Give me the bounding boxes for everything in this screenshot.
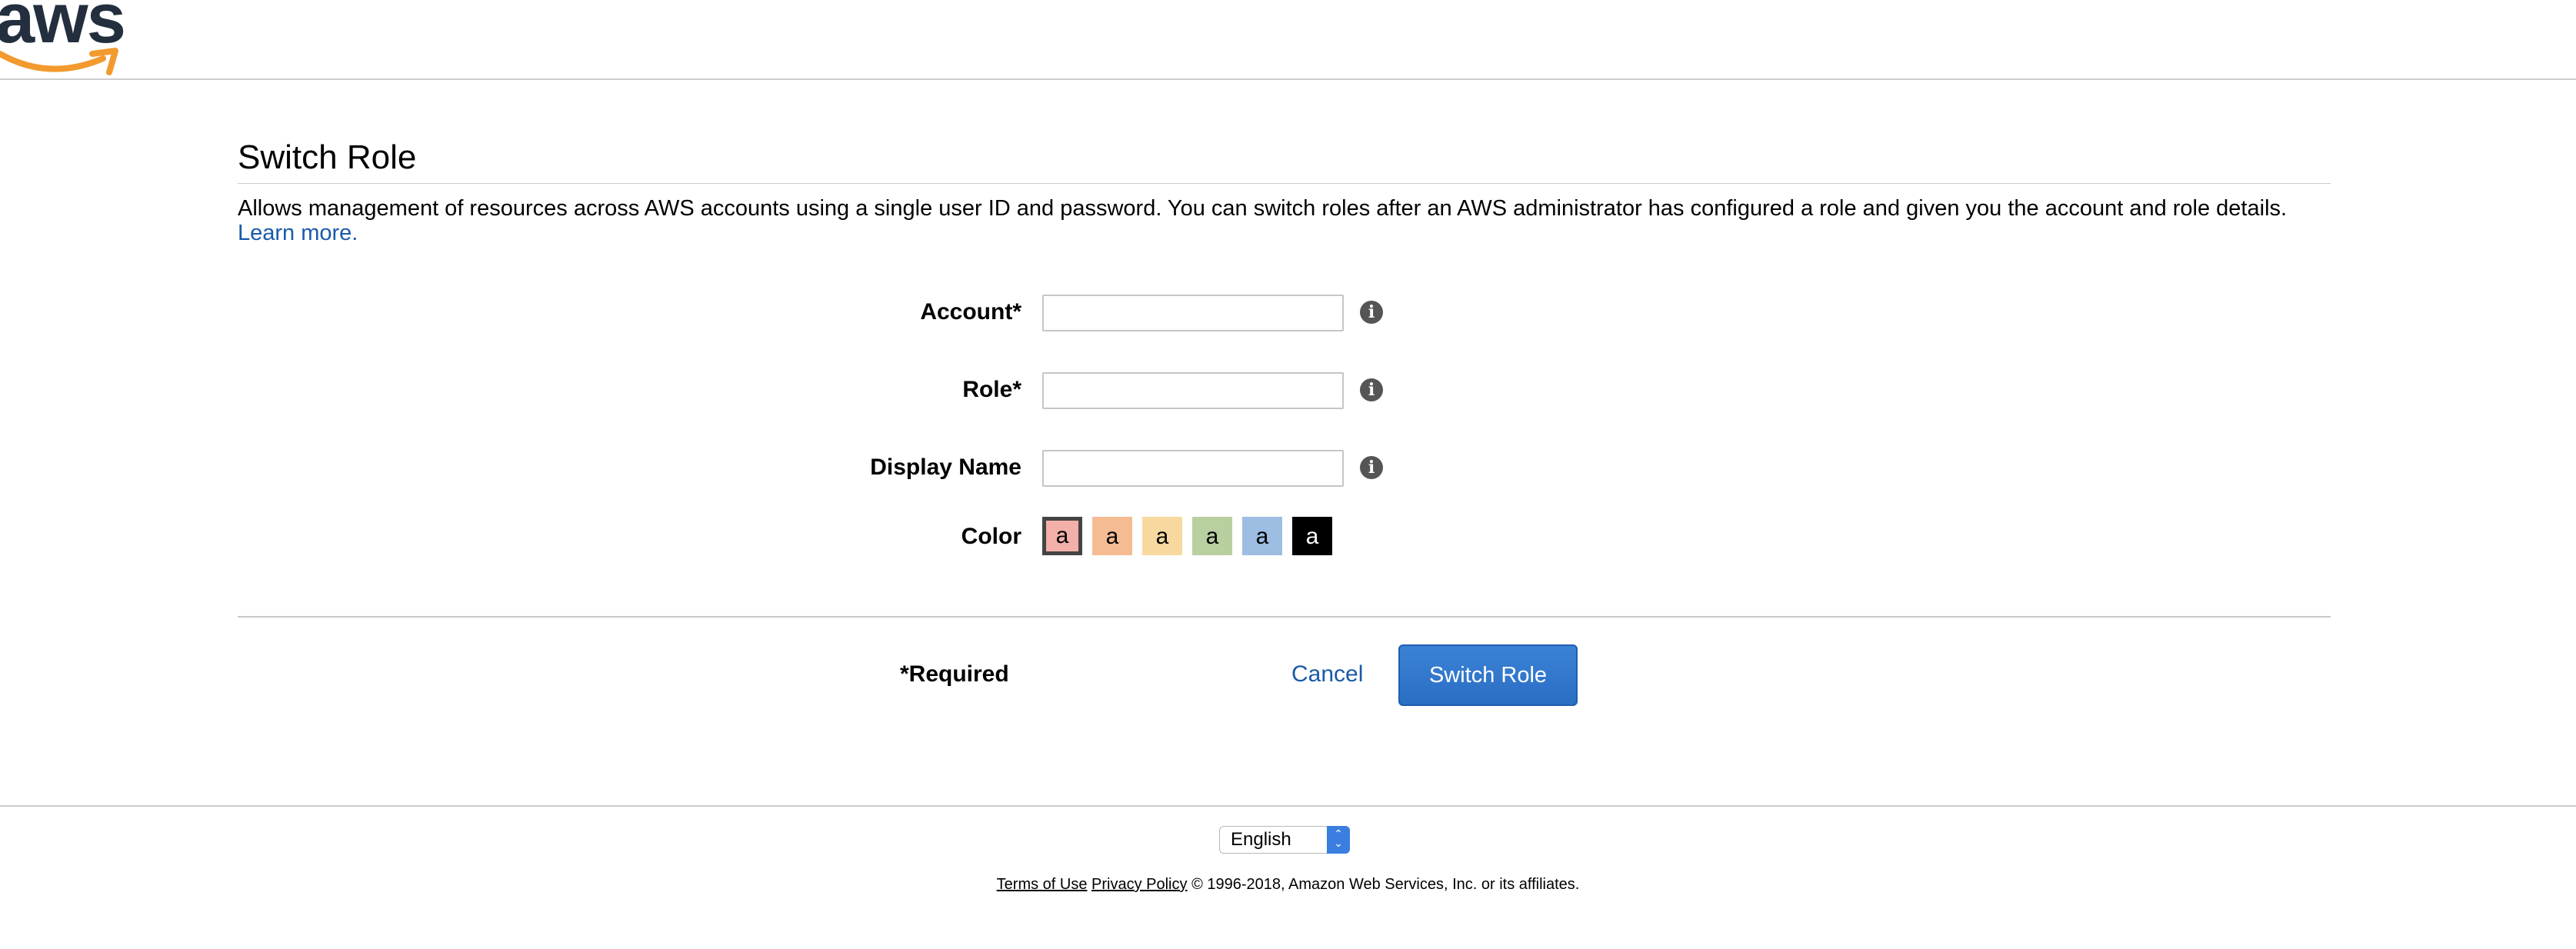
color-swatch-4[interactable]: a <box>1192 517 1232 555</box>
switch-role-button[interactable]: Switch Role <box>1398 644 1578 706</box>
account-label: Account* <box>920 299 1021 325</box>
role-input[interactable] <box>1042 372 1344 409</box>
color-swatch-1[interactable]: a <box>1042 517 1082 555</box>
legal-line: Terms of Use Privacy Policy © 1996-2018,… <box>0 876 2576 894</box>
color-swatch-3[interactable]: a <box>1142 517 1182 555</box>
display-name-input[interactable] <box>1042 450 1344 487</box>
language-value: English <box>1231 829 1291 850</box>
color-swatch-2[interactable]: a <box>1092 517 1132 555</box>
select-arrows-icon: ⌃ ⌄ <box>1327 826 1350 854</box>
role-info-icon[interactable]: i <box>1360 378 1383 401</box>
form-divider <box>238 616 2331 618</box>
copyright-text: © 1996-2018, Amazon Web Services, Inc. o… <box>1191 876 1580 893</box>
aws-logo[interactable]: aws <box>0 0 126 83</box>
color-swatch-6[interactable]: a <box>1292 517 1332 555</box>
terms-of-use-link[interactable]: Terms of Use <box>997 876 1088 893</box>
description-text: Allows management of resources across AW… <box>238 196 2288 221</box>
display-name-info-icon[interactable]: i <box>1360 456 1383 479</box>
color-swatch-5[interactable]: a <box>1242 517 1282 555</box>
page-description: Allows management of resources across AW… <box>238 196 2331 245</box>
role-label: Role* <box>962 377 1021 402</box>
aws-smile-icon <box>0 48 118 75</box>
display-name-label: Display Name <box>870 455 1021 480</box>
required-note: *Required <box>900 661 1009 687</box>
switch-role-panel: Switch Role Allows management of resourc… <box>238 138 2331 245</box>
learn-more-link[interactable]: Learn more. <box>238 221 358 245</box>
footer: English ⌃ ⌄ Terms of Use Privacy Policy ©… <box>0 805 2576 949</box>
top-header: aws <box>0 0 2576 80</box>
color-label: Color <box>961 524 1021 549</box>
page-title: Switch Role <box>238 138 2331 184</box>
account-input[interactable] <box>1042 295 1344 331</box>
cancel-link[interactable]: Cancel <box>1291 661 1363 688</box>
language-select[interactable]: English ⌃ ⌄ <box>1219 826 1350 854</box>
privacy-policy-link[interactable]: Privacy Policy <box>1091 876 1187 893</box>
color-picker: aaaaaa <box>1042 517 1332 555</box>
account-info-icon[interactable]: i <box>1360 301 1383 324</box>
